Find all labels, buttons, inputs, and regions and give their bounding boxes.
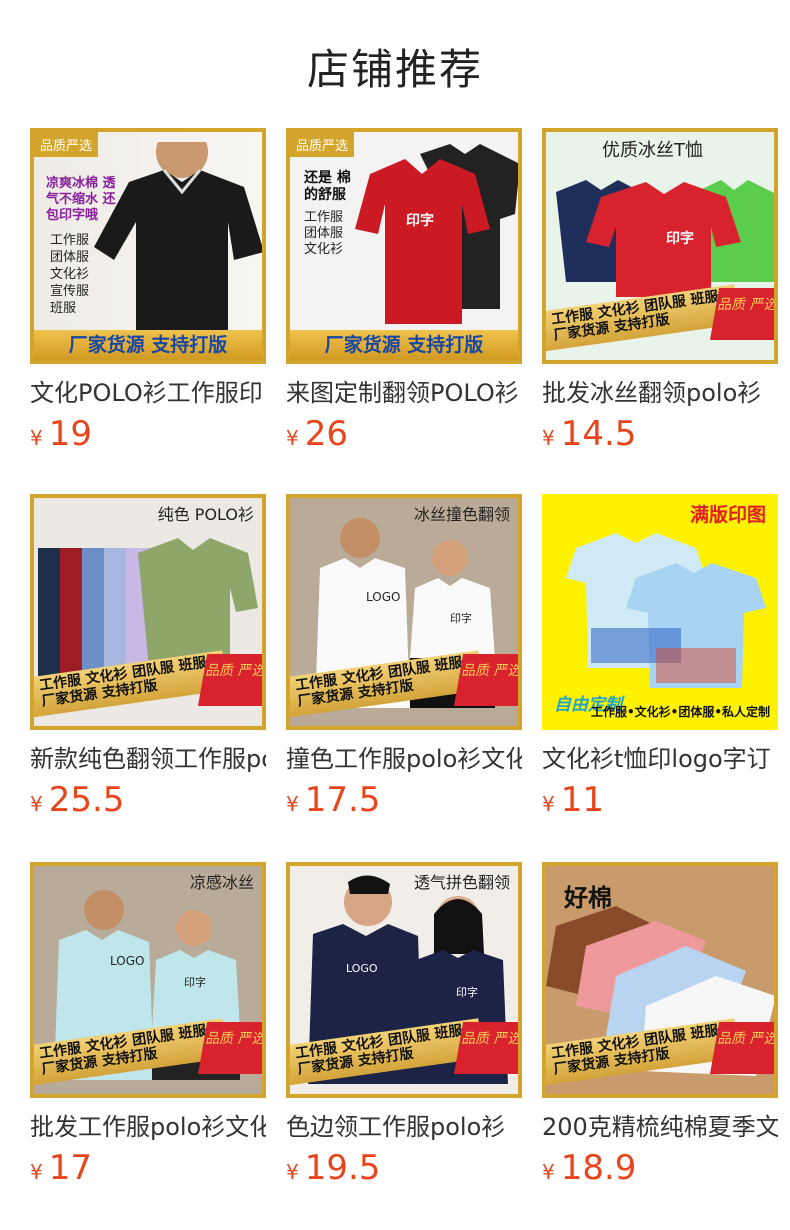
currency-symbol: ¥ [286,792,299,816]
product-card[interactable]: 优质冰丝T恤 印字 工作服 文化衫 团队服 班服 厂家货源 支持打版 品质 严选… [542,128,778,462]
product-card[interactable]: 透气拼色翻领 LOGO 印字 工作服 文化衫 团队服 班服 厂家货源 支持打版 … [286,862,522,1196]
polo-shirt-image [556,180,774,297]
product-thumbnail[interactable]: 满版印图 自由定制 工作服•文化衫•团体服•私人定制 [542,494,778,730]
product-price: ¥19 [30,412,266,462]
headline-text: 好棉 [564,884,612,912]
product-thumbnail[interactable]: 品质严选 还是 棉的舒服 工作服 团体服 文化衫 印字 厂家货源 支持打版 [286,128,522,364]
product-name[interactable]: 文化衫t恤印logo字订 [542,742,778,776]
product-price: ¥11 [542,778,778,828]
product-thumbnail[interactable]: 好棉 工作服 文化衫 团队服 班服 厂家货源 支持打版 品质 严选 [542,862,778,1098]
product-thumbnail[interactable]: 优质冰丝T恤 印字 工作服 文化衫 团队服 班服 厂家货源 支持打版 品质 严选 [542,128,778,364]
shirt-print-text: LOGO [346,962,378,975]
product-thumbnail[interactable]: 透气拼色翻领 LOGO 印字 工作服 文化衫 团队服 班服 厂家货源 支持打版 … [286,862,522,1098]
quality-badge: 品质 严选 [454,1022,518,1074]
product-thumbnail[interactable]: 凉感冰丝 LOGO 印字 工作服 文化衫 团队服 班服 厂家货源 支持打版 品质… [30,862,266,1098]
currency-symbol: ¥ [286,1160,299,1184]
price-value: 14.5 [560,414,637,454]
quality-badge: 品质 严选 [710,1022,774,1074]
headline-text: 冰丝撞色翻领 [413,505,510,524]
product-card[interactable]: 品质严选 还是 棉的舒服 工作服 团体服 文化衫 印字 厂家货源 支持打版 来图… [286,128,522,462]
headline-text: 满版印图 [689,504,766,526]
product-name[interactable]: 撞色工作服polo衫文化 [286,742,522,776]
product-thumbnail[interactable]: 冰丝撞色翻领 LOGO 印字 工作服 文化衫 团队服 班服 厂家货源 支持打版 … [286,494,522,730]
product-price: ¥25.5 [30,778,266,828]
page-title: 店铺推荐 [306,45,483,94]
quality-badge: 品质 严选 [710,288,774,340]
currency-symbol: ¥ [286,426,299,450]
shirt-print-text: 印字 [666,231,694,247]
product-name[interactable]: 色边领工作服polo衫 [286,1110,522,1144]
feature-list: 工作服•文化衫•团体服•私人定制 [590,705,770,719]
currency-symbol: ¥ [542,792,555,816]
product-name[interactable]: 200克精梳纯棉夏季文 [542,1110,778,1144]
product-card[interactable]: 满版印图 自由定制 工作服•文化衫•团体服•私人定制 文化衫t恤印logo字订 … [542,494,778,828]
currency-symbol: ¥ [542,426,555,450]
product-card[interactable]: 冰丝撞色翻领 LOGO 印字 工作服 文化衫 团队服 班服 厂家货源 支持打版 … [286,494,522,828]
price-value: 11 [560,780,604,820]
price-value: 19.5 [304,1148,381,1188]
price-value: 18.9 [560,1148,637,1188]
headline-text: 还是 棉的舒服 [304,170,351,203]
t-shirt-image [566,533,766,688]
headline-text: 优质冰丝T恤 [602,140,703,161]
price-value: 17 [48,1148,92,1188]
quality-tag: 品质严选 [34,132,99,157]
headline-text: 凉感冰丝 [189,873,254,892]
product-price: ¥17.5 [286,778,522,828]
product-price: ¥19.5 [286,1146,522,1196]
product-card[interactable]: 纯色 POLO衫 工作服 文化衫 团队服 班服 厂家货源 支持打版 品质 严选 … [30,494,266,828]
product-thumbnail[interactable]: 品质严选 凉爽冰棉 透气不缩水 还包印字哦 工作服 团体服 文化衫 宣传服 班服… [30,128,266,364]
product-thumbnail[interactable]: 纯色 POLO衫 工作服 文化衫 团队服 班服 厂家货源 支持打版 品质 严选 [30,494,266,730]
feature-list: 工作服 团体服 文化衫 宣传服 班服 [50,233,90,316]
product-price: ¥17 [30,1146,266,1196]
currency-symbol: ¥ [542,1160,555,1184]
product-card[interactable]: 好棉 工作服 文化衫 团队服 班服 厂家货源 支持打版 品质 严选 200克精梳… [542,862,778,1196]
product-price: ¥14.5 [542,412,778,462]
price-value: 17.5 [304,780,381,820]
promo-banner: 厂家货源 支持打版 [34,330,262,360]
product-price: ¥18.9 [542,1146,778,1196]
quality-badge: 品质 严选 [198,1022,262,1074]
shirt-print-text: 印字 [406,213,434,229]
product-price: ¥26 [286,412,522,462]
currency-symbol: ¥ [30,1160,43,1184]
product-name[interactable]: 批发工作服polo衫文化 [30,1110,266,1144]
shirt-print-text-2: 印字 [184,976,206,989]
shirt-print-text-2: 印字 [456,986,478,999]
promo-banner: 厂家货源 支持打版 [290,330,518,360]
shirt-print-text: LOGO [366,590,401,604]
polo-shirt-image [94,142,262,332]
quality-badge: 品质 严选 [198,654,262,706]
product-name[interactable]: 来图定制翻领POLO衫 [286,376,522,410]
product-card[interactable]: 凉感冰丝 LOGO 印字 工作服 文化衫 团队服 班服 厂家货源 支持打版 品质… [30,862,266,1196]
product-card[interactable]: 品质严选 凉爽冰棉 透气不缩水 还包印字哦 工作服 团体服 文化衫 宣传服 班服… [30,128,266,462]
headline-text: 凉爽冰棉 透气不缩水 还包印字哦 [46,176,116,223]
product-name[interactable]: 新款纯色翻领工作服polo [30,742,266,776]
headline-text: 透气拼色翻领 [413,873,510,892]
price-value: 25.5 [48,780,125,820]
shirt-print-text-2: 印字 [450,612,472,625]
product-name[interactable]: 批发冰丝翻领polo衫 [542,376,778,410]
quality-tag: 品质严选 [290,132,355,157]
price-value: 26 [304,414,348,454]
headline-text: 纯色 POLO衫 [157,505,254,524]
currency-symbol: ¥ [30,426,43,450]
shirt-print-text: LOGO [110,954,145,968]
currency-symbol: ¥ [30,792,43,816]
product-name[interactable]: 文化POLO衫工作服印 [30,376,266,410]
price-value: 19 [48,414,92,454]
polo-shirt-image [355,144,518,324]
feature-list: 工作服 团体服 文化衫 [304,210,344,257]
quality-badge: 品质 严选 [454,654,518,706]
